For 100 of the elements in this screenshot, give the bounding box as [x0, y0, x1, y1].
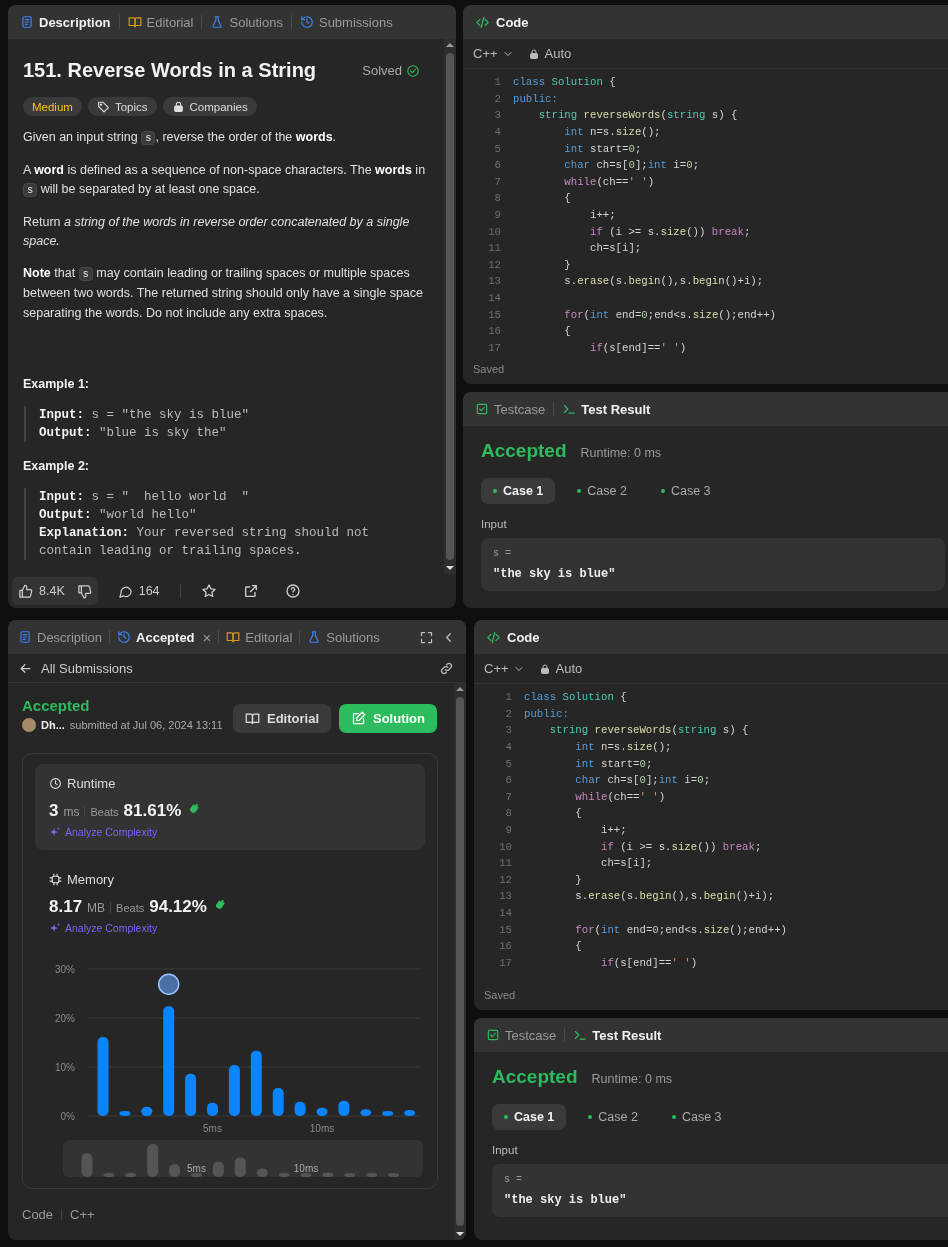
tab[interactable]: Solutions	[210, 14, 283, 30]
tab[interactable]: Test Result	[562, 401, 651, 417]
paragraph: Return a string of the words in reverse order concatenated by a single space.	[23, 213, 411, 250]
line-number: 13	[498, 890, 512, 903]
line-number: 16	[487, 325, 501, 338]
code-line: for(int end=0;end<s.size();end++)	[563, 308, 777, 321]
variable-name: s =	[504, 1174, 523, 1185]
help-icon	[284, 583, 301, 599]
code-line: if(s[end]==' ')	[588, 341, 687, 354]
tab[interactable]: Editorial	[127, 14, 194, 30]
like-button[interactable]: 8.4K	[12, 577, 71, 605]
line-number: 5	[504, 757, 512, 770]
example-line: Output: "world hello"	[39, 507, 198, 524]
tab[interactable]: Editorial	[226, 629, 293, 645]
bar	[207, 1102, 218, 1116]
tab[interactable]: Description	[20, 14, 111, 30]
line-number: 6	[493, 159, 501, 172]
clock-icon	[49, 777, 62, 790]
language-label: C++	[70, 1207, 95, 1222]
flask-icon	[307, 630, 322, 644]
tab[interactable]: Submissions	[299, 14, 393, 30]
close-button[interactable]: ×	[202, 629, 212, 645]
user-name: Dh...	[41, 719, 65, 731]
code-line: if(s[end]==' ')	[599, 956, 698, 969]
bar	[228, 1065, 240, 1116]
code-line: }	[563, 258, 571, 271]
case-tab[interactable]: Case 2	[565, 478, 639, 504]
share-icon	[242, 583, 259, 599]
tab[interactable]: Testcase	[486, 1027, 557, 1043]
topics-button[interactable]: Topics	[87, 97, 157, 116]
language-dropdown[interactable]: C++	[473, 46, 514, 61]
verdict-label: Accepted	[22, 697, 91, 714]
book-icon	[127, 15, 142, 29]
tab[interactable]: Test Result	[573, 1027, 662, 1043]
avatar-marker	[157, 973, 180, 995]
code-line: int start=0;	[563, 142, 642, 155]
example-line: Explanation: Your reversed string should not contain leading or trailing spaces.	[39, 525, 371, 560]
line-number: 15	[498, 923, 512, 936]
line-number: 9	[493, 209, 501, 222]
book-icon	[245, 711, 260, 726]
stat-card[interactable]: Runtime 3 ms Beats 81.61% Analyze Complexity	[35, 764, 425, 850]
case-tab[interactable]: Case 3	[659, 1104, 734, 1130]
bar	[404, 1110, 416, 1116]
analyze-link[interactable]: Analyze Complexity	[49, 922, 158, 934]
line-number: 14	[498, 907, 512, 919]
case-tab[interactable]: Case 1	[481, 478, 556, 504]
code-line: {	[574, 807, 582, 820]
example-line: Input: s = " hello world "	[39, 489, 251, 506]
stat-label: Memory	[67, 872, 114, 887]
code-line: i++;	[599, 824, 627, 837]
sparkle-icon	[49, 826, 61, 838]
lock-icon	[538, 662, 551, 675]
tab[interactable]: Description	[18, 629, 103, 645]
line-number: 5	[493, 142, 501, 155]
code-line: int n=s.size();	[563, 126, 661, 139]
thumbs-up-icon	[18, 583, 33, 599]
stat-card[interactable]: Memory 8.17 MB Beats 94.12% Analyze Complexity	[35, 860, 425, 946]
tab[interactable]: Solutions	[307, 629, 380, 645]
code-line: }	[574, 873, 582, 886]
bar	[119, 1111, 131, 1116]
code-line: ch=s[i];	[599, 857, 653, 870]
checkbox-icon	[475, 402, 489, 416]
bar	[185, 1073, 197, 1116]
copy-link-button[interactable]	[439, 660, 454, 676]
code-line: i++;	[588, 209, 616, 222]
code-line: {	[563, 192, 571, 205]
code-line: public:	[524, 707, 569, 720]
code-line: string reverseWords(string s) {	[548, 724, 749, 737]
variable-name: s =	[493, 548, 512, 559]
case-tab[interactable]: Case 3	[648, 478, 723, 504]
editorial-button[interactable]: Editorial	[233, 704, 331, 733]
paragraph: A word is defined as a sequence of non-space characters. The words in s will be separated by at least one space.	[23, 161, 427, 199]
code-line: char ch=s[0];int i=0;	[574, 774, 711, 787]
footer-label: Code	[22, 1207, 54, 1222]
comments-button[interactable]: 164	[111, 577, 166, 605]
sparkle-icon	[49, 922, 61, 934]
terminal-icon	[562, 402, 577, 416]
input-label: Input	[481, 518, 508, 530]
axis-label: 5ms	[187, 1163, 206, 1174]
difficulty-label: Medium	[23, 97, 82, 116]
code-line: {	[563, 325, 571, 338]
back-link[interactable]: All Submissions	[18, 660, 133, 676]
case-tab[interactable]: Case 2	[576, 1104, 650, 1130]
expand-button[interactable]	[419, 629, 434, 645]
example-title: Example 2:	[23, 459, 90, 473]
line-number: 9	[504, 824, 512, 837]
example-line: Input: s = "the sky is blue"	[39, 407, 251, 424]
edit-icon	[351, 711, 366, 726]
tab[interactable]: Accepted	[117, 629, 195, 645]
code-line: int n=s.size();	[574, 741, 672, 754]
line-number: 11	[498, 857, 512, 870]
stat-label: Runtime	[67, 776, 116, 791]
scrollbar[interactable]	[444, 39, 456, 574]
chip-icon	[49, 873, 62, 886]
language-dropdown[interactable]: C++	[484, 661, 525, 676]
companies-button[interactable]: Companies	[162, 97, 257, 116]
case-tab[interactable]: Case 1	[492, 1104, 567, 1130]
scrollbar[interactable]	[454, 683, 466, 1240]
tab[interactable]: Testcase	[475, 401, 546, 417]
stat-unit: ms	[63, 805, 80, 819]
